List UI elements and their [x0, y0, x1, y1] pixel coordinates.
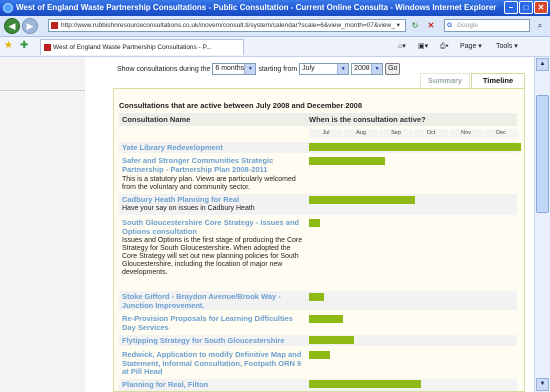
timeline-panel: Consultations that are active between Ju…: [113, 88, 525, 392]
table-row: Planning for Real, Filton: [119, 379, 517, 391]
month-label: Aug: [344, 129, 378, 138]
timeline-bar: [309, 336, 354, 344]
site-favicon-icon: [51, 22, 58, 29]
timeline-bar: [309, 351, 330, 359]
period-select[interactable]: 6 months ▼: [212, 63, 257, 76]
timeline-caption: Consultations that are active between Ju…: [119, 101, 363, 110]
scroll-thumb[interactable]: [536, 95, 549, 213]
month-label: Oct: [414, 129, 448, 138]
timeline-bar: [309, 196, 415, 204]
tab-bar: ★ ✚ West of England Waste Partnership Co…: [0, 37, 550, 57]
tools-menu[interactable]: Tools ▾: [496, 41, 518, 53]
search-input[interactable]: G Google: [444, 19, 530, 32]
column-header-when: When is the consultation active?: [309, 115, 426, 124]
period-select-value: 6 months: [215, 65, 245, 73]
home-icon[interactable]: ⌂▾: [398, 41, 406, 53]
browser-tab[interactable]: West of England Waste Partnership Consul…: [40, 39, 244, 55]
maximize-button[interactable]: □: [519, 1, 533, 14]
minimize-button[interactable]: –: [504, 1, 518, 14]
table-row: Safer and Stronger Communities Strategic…: [119, 155, 517, 192]
year-select[interactable]: 2008 ▼: [351, 63, 384, 76]
consultation-link[interactable]: Yate Library Redevelopment: [122, 143, 305, 153]
go-button[interactable]: Go: [385, 63, 401, 76]
scroll-up-icon[interactable]: ▲: [536, 58, 549, 71]
table-row: Stoke Gifford - Braydon Avenue/Brook Way…: [119, 291, 517, 310]
scroll-down-icon[interactable]: ▼: [536, 378, 549, 391]
consultation-link[interactable]: Re-Provision Proposals for Learning Diff…: [122, 314, 305, 332]
consultation-filter: Show consultations during the 6 months ▼…: [117, 63, 401, 77]
tools-menu-label: Tools ▾: [496, 43, 518, 50]
window-title: West of England Waste Partnership Consul…: [16, 3, 497, 12]
consultation-link[interactable]: Planning for Real, Filton: [122, 380, 305, 390]
timeline-bar: [309, 293, 324, 301]
timeline-bar: [309, 219, 320, 227]
page-menu[interactable]: Page ▾: [460, 41, 482, 53]
table-row: South Gloucestershire Core Strategy - Is…: [119, 217, 517, 279]
stop-icon[interactable]: ✕: [424, 19, 438, 32]
table-row: Yate Library Redevelopment: [119, 142, 521, 153]
year-select-value: 2008: [354, 65, 370, 73]
window-titlebar[interactable]: West of England Waste Partnership Consul…: [0, 0, 550, 16]
forward-button[interactable]: ▶: [22, 18, 38, 34]
url-field[interactable]: http://www.rubbishnresourceconsultations…: [48, 19, 406, 32]
month-select-value: July: [302, 65, 315, 73]
timeline-bar: [309, 143, 521, 151]
main-content: Show consultations during the 6 months ▼…: [85, 57, 534, 392]
filter-middle-text: starting from: [258, 66, 298, 73]
month-select[interactable]: July ▼: [299, 63, 350, 76]
search-placeholder: Google: [457, 22, 478, 29]
month-label: Jul: [309, 129, 343, 138]
tab-summary[interactable]: Summary: [420, 73, 470, 88]
column-header-name: Consultation Name: [122, 115, 191, 124]
consultation-description: Have your say on issues in Cadbury Heath: [122, 205, 255, 212]
tab-label: West of England Waste Partnership Consul…: [53, 44, 212, 51]
consultation-link[interactable]: Flytipping Strategy for South Gloucester…: [122, 336, 305, 346]
chevron-down-icon: ▼: [337, 64, 349, 75]
page-menu-label: Page ▾: [460, 43, 482, 50]
search-go-icon[interactable]: ⌕: [533, 19, 547, 32]
table-row: Redwick, Application to modify Definitiv…: [119, 349, 517, 376]
vertical-scrollbar[interactable]: ▲ ▼: [534, 57, 550, 392]
consultation-link[interactable]: Cadbury Heath Planning for Real: [122, 195, 305, 205]
table-row: Re-Provision Proposals for Learning Diff…: [119, 313, 517, 332]
tab-favicon-icon: [44, 44, 51, 51]
consultation-description: This is a statutory plan. Views are part…: [122, 176, 296, 191]
print-icon[interactable]: ⎙▾: [440, 41, 449, 53]
tab-timeline[interactable]: Timeline: [471, 73, 525, 88]
address-bar: ◀ ▶ http://www.rubbishnresourceconsultat…: [0, 16, 550, 37]
consultation-link[interactable]: Redwick, Application to modify Definitiv…: [122, 350, 305, 377]
timeline-bar: [309, 157, 385, 165]
refresh-icon[interactable]: ↻: [408, 19, 422, 32]
consultation-description: Issues and Options is the first stage of…: [122, 237, 303, 276]
ie-app-icon: [3, 3, 13, 13]
consultation-link[interactable]: Safer and Stronger Communities Strategic…: [122, 156, 305, 174]
consultation-link[interactable]: South Gloucestershire Core Strategy - Is…: [122, 218, 305, 236]
feeds-icon[interactable]: ▣▾: [418, 41, 428, 53]
month-scale: Jul Aug Sep Oct Nov Dec: [309, 129, 519, 138]
chevron-down-icon: ▼: [371, 64, 383, 75]
google-icon: G: [447, 22, 453, 29]
url-text: http://www.rubbishnresourceconsultations…: [61, 22, 400, 29]
back-button[interactable]: ◀: [4, 18, 20, 34]
timeline-bar: [309, 380, 421, 388]
table-row: Flytipping Strategy for South Gloucester…: [119, 335, 517, 346]
filter-prefix-text: Show consultations during the: [117, 66, 211, 73]
close-button[interactable]: ✕: [534, 1, 548, 14]
consultation-link[interactable]: Stoke Gifford - Braydon Avenue/Brook Way…: [122, 292, 305, 310]
month-label: Nov: [449, 129, 483, 138]
timeline-bar: [309, 315, 343, 323]
page-viewport: Show consultations during the 6 months ▼…: [0, 57, 534, 392]
sidebar-divider: [0, 90, 85, 91]
table-row: Cadbury Heath Planning for Real Have you…: [119, 194, 517, 215]
favorites-star-icon[interactable]: ★: [4, 40, 13, 52]
timeline-header: Consultation Name When is the consultati…: [119, 113, 517, 126]
add-favorites-icon[interactable]: ✚: [20, 40, 28, 52]
chevron-down-icon: ▼: [244, 64, 256, 75]
month-label: Dec: [484, 129, 518, 138]
left-sidebar: [0, 57, 85, 392]
month-label: Sep: [379, 129, 413, 138]
